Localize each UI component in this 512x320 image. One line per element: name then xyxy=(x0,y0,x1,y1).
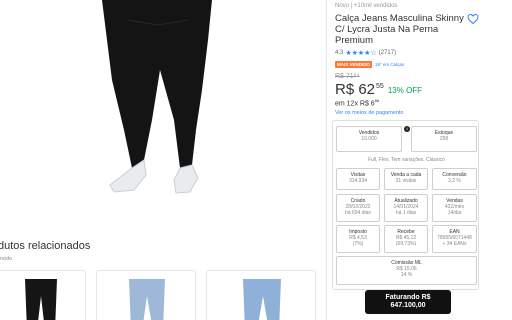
installments: em 12x R$ 688 xyxy=(335,98,379,107)
related-product-card[interactable] xyxy=(206,270,316,320)
rating-count: (2717) xyxy=(378,50,397,56)
product-badges: MAIS VENDIDO 19º em Calças xyxy=(335,61,404,68)
related-products-subtitle: ncido xyxy=(0,256,12,262)
metric-sub-value: + 34 EANs xyxy=(442,241,467,247)
installments-cents: 88 xyxy=(374,98,380,103)
metric-visits: Visitas 314.934 xyxy=(336,168,380,190)
metrics-panel: Vendidos 10.000 i Estoque 258 Full, Flex… xyxy=(332,120,479,290)
metric-value: 3,2 % xyxy=(448,178,461,184)
revenue-value: 647.100,00 xyxy=(390,302,426,309)
product-status: Novo | +10mil vendidos xyxy=(335,3,398,9)
product-rating[interactable]: 4.3 ★★★★☆ (2717) xyxy=(335,49,396,57)
metric-tax: Imposto R$ 4,53 (7%) xyxy=(336,225,380,253)
product-details-pane: Novo | +10mil vendidos Calça Jeans Mascu… xyxy=(327,0,512,320)
metric-stock: Estoque 258 xyxy=(411,126,477,152)
discount-label: 13% OFF xyxy=(387,86,423,95)
metric-value: 31 visitas xyxy=(395,178,417,184)
metric-sub-value: há 694 dias xyxy=(345,210,371,216)
metric-value: 258 xyxy=(439,136,449,142)
metric-created: Criado 28/02/2022 há 694 dias xyxy=(336,194,380,222)
best-seller-badge: MAIS VENDIDO xyxy=(335,61,373,68)
metric-sold: Vendidos 10.000 xyxy=(336,126,402,152)
category-rank-link[interactable]: 19º em Calças xyxy=(375,62,404,67)
related-product-card[interactable] xyxy=(0,270,86,320)
current-price: R$ 62 55 13% OFF xyxy=(335,81,422,98)
listing-attributes: Full, Flex, Tem variações, Clássico xyxy=(368,157,445,163)
metric-sales: Vendas 432/mês 14/dia xyxy=(432,194,477,222)
metric-sub-value: 14/dia xyxy=(447,210,462,216)
product-main-image[interactable] xyxy=(88,0,228,200)
revenue-button[interactable]: Faturando R$ 647.100,00 xyxy=(365,290,451,314)
metric-sub-value: 14 % xyxy=(400,272,413,278)
rating-value: 4.3 xyxy=(335,50,344,56)
metric-value: 10.000 xyxy=(361,136,377,142)
revenue-label: Faturando R$ xyxy=(385,294,431,301)
metric-sub-value: há 1 dias xyxy=(395,210,417,216)
star-rating-icon: ★★★★☆ xyxy=(345,50,377,57)
metric-sub-value: (7%) xyxy=(352,241,364,247)
installments-prefix: em 12x R$ 6 xyxy=(335,100,375,108)
info-icon[interactable]: i xyxy=(404,126,410,132)
metric-commission: Comissão ML R$ 15,06 14 % xyxy=(336,256,477,285)
payment-methods-link[interactable]: Ver os meios de pagamento xyxy=(335,110,404,116)
original-price: R$ 71⁸⁹ xyxy=(335,73,360,80)
related-product-card[interactable] xyxy=(96,270,196,320)
product-gallery-pane: dutos relacionados ncido xyxy=(0,0,326,320)
metric-updated: Atualizado 14/01/2024 há 1 dias xyxy=(384,194,428,222)
price-main: R$ 62 xyxy=(335,81,376,98)
related-products-title: dutos relacionados xyxy=(0,240,91,252)
metric-sub-value: (69,73%) xyxy=(395,241,417,247)
metric-ean: EAN 78955/6071448 + 34 EANs xyxy=(432,225,477,253)
heart-icon[interactable] xyxy=(467,13,479,25)
metric-receive: Recebe R$ 45,12 (69,73%) xyxy=(384,225,428,253)
product-title: Calça Jeans Masculina Skinny C/ Lycra Ju… xyxy=(335,13,464,46)
metric-value: 314.934 xyxy=(348,178,368,184)
price-cents: 55 xyxy=(376,83,384,90)
metric-sale-each: Venda a cada 31 visitas xyxy=(384,168,428,190)
metric-conversion: Conversão 3,2 % xyxy=(432,168,477,190)
